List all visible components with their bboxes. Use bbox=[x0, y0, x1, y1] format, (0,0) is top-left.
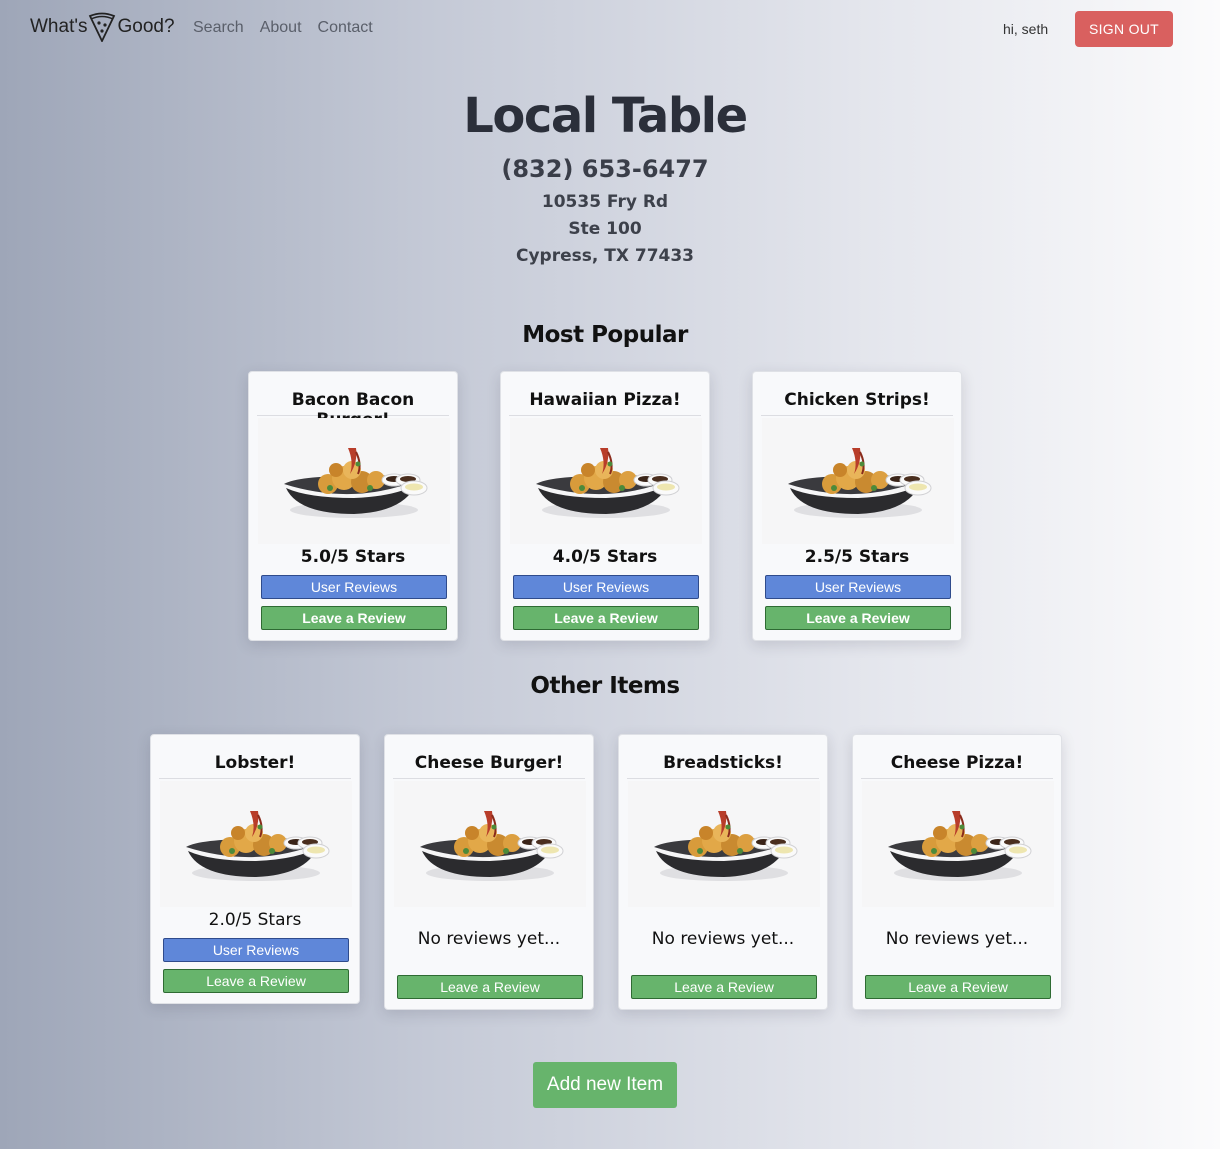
user-reviews-button[interactable]: User Reviews bbox=[765, 575, 951, 599]
item-rating: 4.0/5 Stars bbox=[552, 547, 658, 567]
popular-item-card: Chicken Strips! 2.5/5 Stars User Reviews… bbox=[752, 371, 962, 641]
top-navbar: What's Good? Search About Contact hi, se… bbox=[0, 0, 1220, 60]
user-reviews-button[interactable]: User Reviews bbox=[513, 575, 699, 599]
nav-link-about[interactable]: About bbox=[260, 19, 302, 37]
item-name: Hawaiian Pizza! bbox=[509, 390, 701, 416]
nav-link-contact[interactable]: Contact bbox=[318, 19, 373, 37]
address-line-1: 10535 Fry Rd bbox=[541, 192, 669, 212]
food-image bbox=[510, 418, 702, 544]
leave-review-button[interactable]: Leave a Review bbox=[397, 975, 583, 999]
leave-review-button[interactable]: Leave a Review bbox=[163, 969, 349, 993]
item-name: Breadsticks! bbox=[627, 753, 819, 779]
pizza-slice-icon bbox=[89, 12, 116, 42]
popular-item-card: Bacon Bacon Burger! 5.0/5 Stars User Rev… bbox=[248, 371, 458, 641]
user-greeting: hi, seth bbox=[1003, 21, 1049, 37]
leave-review-button[interactable]: Leave a Review bbox=[513, 606, 699, 630]
sign-out-button[interactable]: SIGN OUT bbox=[1075, 11, 1173, 47]
item-rating: 2.0/5 Stars bbox=[208, 910, 302, 930]
food-image bbox=[628, 781, 820, 907]
nav-links: Search About Contact bbox=[193, 19, 373, 37]
brand-text-right: Good? bbox=[117, 16, 175, 37]
other-item-card: Cheese Pizza! No reviews yet... Leave a … bbox=[852, 734, 1062, 1010]
address-line-2: Ste 100 bbox=[568, 219, 642, 239]
leave-review-button[interactable]: Leave a Review bbox=[765, 606, 951, 630]
food-image bbox=[394, 781, 586, 907]
most-popular-heading: Most Popular bbox=[522, 322, 688, 348]
item-name: Bacon Bacon Burger! bbox=[257, 390, 449, 430]
other-item-card: Breadsticks! No reviews yet... Leave a R… bbox=[618, 734, 828, 1010]
item-name: Chicken Strips! bbox=[761, 390, 953, 416]
other-items-heading: Other Items bbox=[530, 673, 680, 699]
leave-review-button[interactable]: Leave a Review bbox=[631, 975, 817, 999]
nav-link-search[interactable]: Search bbox=[193, 19, 244, 37]
other-item-card: Cheese Burger! No reviews yet... Leave a… bbox=[384, 734, 594, 1010]
user-reviews-button[interactable]: User Reviews bbox=[163, 938, 349, 962]
item-rating: No reviews yet... bbox=[885, 929, 1029, 949]
item-name: Cheese Pizza! bbox=[861, 753, 1053, 779]
food-image bbox=[862, 781, 1054, 907]
item-name: Lobster! bbox=[159, 753, 351, 779]
leave-review-button[interactable]: Leave a Review bbox=[261, 606, 447, 630]
address-line-3: Cypress, TX 77433 bbox=[515, 246, 695, 266]
item-rating: 2.5/5 Stars bbox=[804, 547, 910, 567]
user-reviews-button[interactable]: User Reviews bbox=[261, 575, 447, 599]
restaurant-name: Local Table bbox=[463, 88, 748, 144]
item-name: Cheese Burger! bbox=[393, 753, 585, 779]
other-item-card: Lobster! 2.0/5 Stars User Reviews Leave … bbox=[150, 734, 360, 1004]
food-image bbox=[762, 418, 954, 544]
brand-logo[interactable]: What's Good? bbox=[30, 12, 175, 42]
popular-item-card: Hawaiian Pizza! 4.0/5 Stars User Reviews… bbox=[500, 371, 710, 641]
restaurant-phone: (832) 653-6477 bbox=[501, 155, 709, 183]
brand-text-left: What's bbox=[30, 16, 88, 37]
item-rating: No reviews yet... bbox=[651, 929, 795, 949]
food-image bbox=[258, 418, 450, 544]
leave-review-button[interactable]: Leave a Review bbox=[865, 975, 1051, 999]
add-new-item-button[interactable]: Add new Item bbox=[533, 1062, 677, 1108]
item-rating: 5.0/5 Stars bbox=[300, 547, 406, 567]
food-image bbox=[160, 781, 352, 907]
item-rating: No reviews yet... bbox=[417, 929, 561, 949]
